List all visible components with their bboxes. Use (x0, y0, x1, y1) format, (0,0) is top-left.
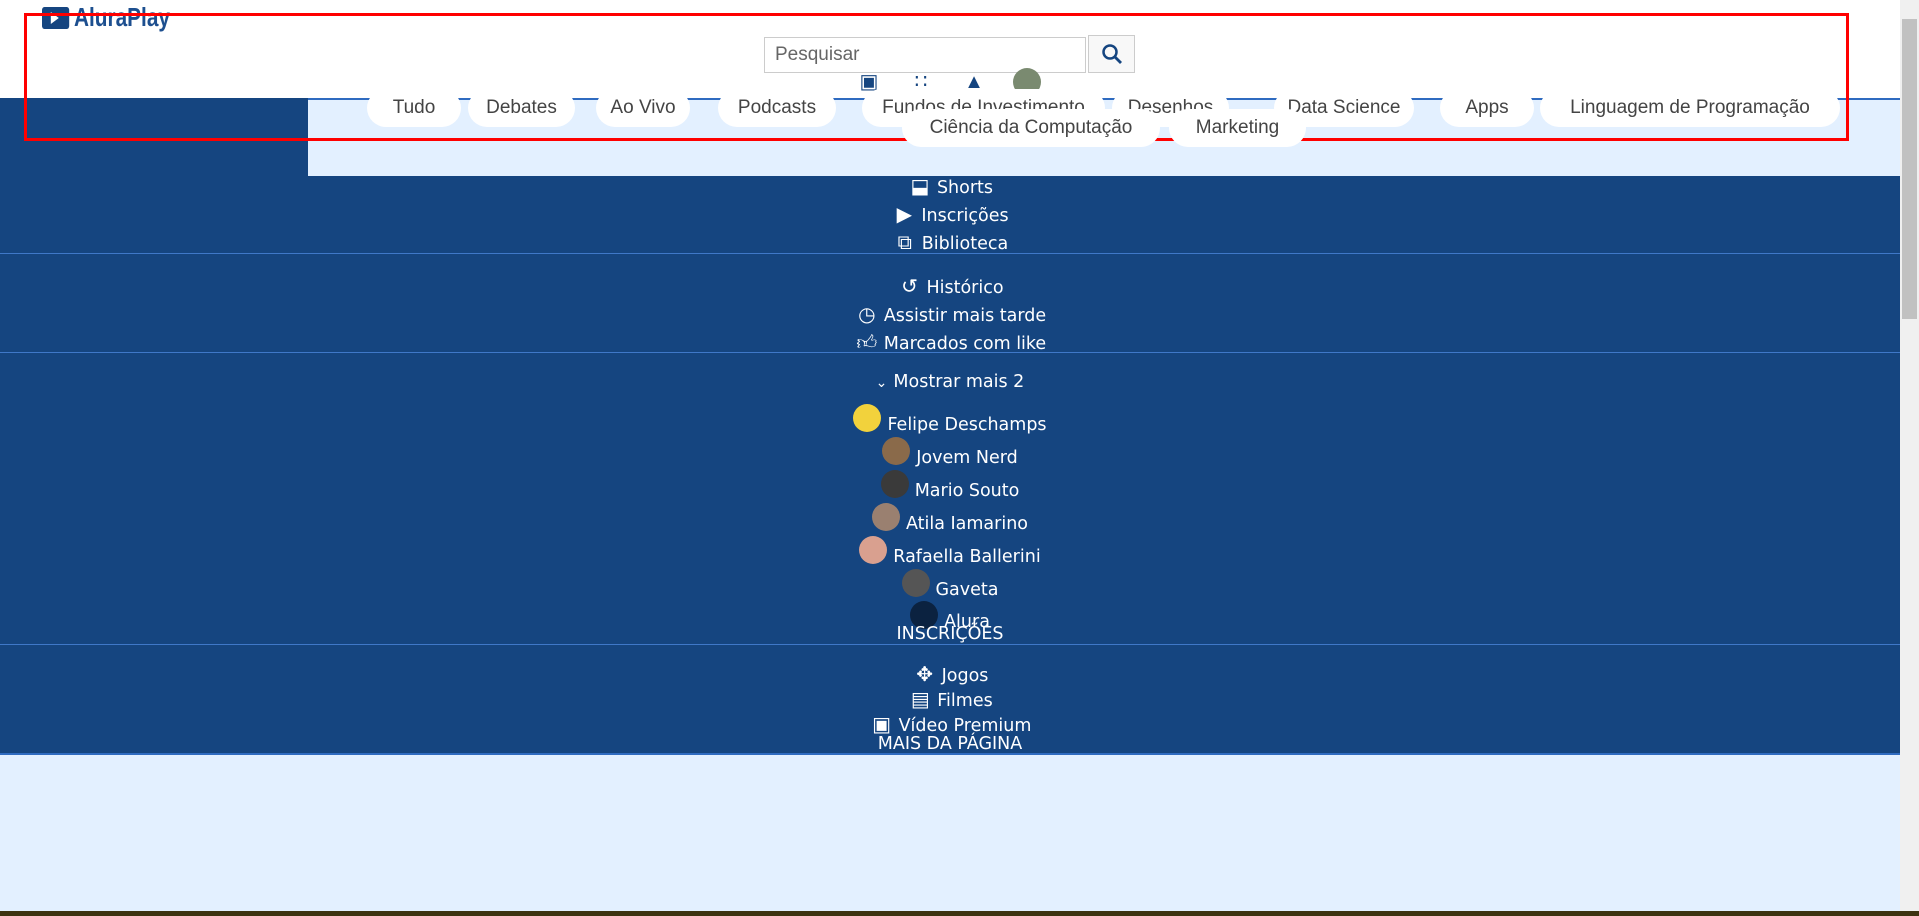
search-input[interactable] (764, 37, 1086, 73)
sidebar-item-label: Inscrições (921, 206, 1009, 226)
chip-10[interactable]: Marketing (1169, 109, 1306, 147)
channel-avatar (859, 536, 888, 564)
chip-7[interactable]: Apps (1440, 89, 1534, 127)
sidebar-item-label: Felipe Deschamps (887, 415, 1047, 435)
sidebar-item-label: Assistir mais tarde (883, 306, 1047, 326)
subscriptions-icon: ▶ (896, 202, 913, 226)
more-heading: MAIS DA PÁGINA (877, 734, 1023, 754)
chip-3[interactable]: Podcasts (718, 89, 836, 127)
sidebar-item[interactable]: ⧉ Biblioteca (0, 231, 1900, 255)
channel-item[interactable]: Atila Iamarino (0, 503, 1900, 535)
channel-avatar (880, 470, 909, 498)
history-icon: ↺ (901, 274, 918, 298)
sidebar-item-label: Atila Iamarino (905, 514, 1029, 534)
chevron-down-icon: ⌄ (875, 375, 888, 391)
channel-avatar (882, 437, 911, 465)
logo[interactable]: AluraPlay (42, 2, 170, 33)
taskbar (0, 911, 1919, 916)
search-button[interactable] (1088, 35, 1135, 73)
show-more-button[interactable]: ⌄ Mostrar mais 2 (0, 371, 1900, 394)
sidebar-item-label: Mario Souto (914, 481, 1020, 501)
sidebar-top-block (0, 98, 308, 176)
logo-text: AluraPlay (74, 2, 170, 32)
scrollbar-thumb[interactable] (1902, 19, 1917, 319)
search-icon (1101, 44, 1122, 64)
library-icon: ⧉ (897, 230, 912, 254)
chip-8[interactable]: Linguagem de Programação (1540, 89, 1840, 127)
chip-2[interactable]: Ao Vivo (596, 89, 690, 127)
premium-video-icon: ▣ (872, 712, 892, 736)
sidebar-item-label: Rafaella Ballerini (893, 547, 1041, 567)
clapperboard-icon: ▤ (910, 687, 930, 711)
sidebar-item[interactable]: 👍︎ Marcados com like (0, 331, 1900, 355)
sidebar-item-label: Shorts (936, 178, 994, 198)
sidebar-item-label: Filmes (937, 691, 993, 711)
sidebar-item[interactable]: ↺ Histórico (0, 275, 1900, 299)
shorts-icon: ⬓ (910, 174, 930, 198)
subscriptions-heading: INSCRIÇÕES (896, 624, 1004, 644)
thumbs-up-icon: 👍︎ (856, 330, 878, 354)
gamepad-icon: ✥ (916, 662, 933, 686)
sidebar-item-label: Histórico (926, 278, 1004, 298)
channel-item[interactable]: Mario Souto (0, 470, 1900, 502)
channel-avatar (871, 503, 900, 531)
watch-later-icon: ◷ (858, 302, 876, 326)
sidebar-item-label: Marcados com like (883, 334, 1047, 354)
chip-9[interactable]: Ciência da Computação (902, 109, 1160, 147)
show-more-label: Mostrar mais 2 (893, 372, 1025, 392)
channel-item[interactable]: Gaveta (0, 569, 1900, 601)
channel-avatar (853, 404, 882, 432)
sidebar-item[interactable]: ▶ Inscrições (0, 203, 1900, 227)
channel-item[interactable]: Rafaella Ballerini (0, 536, 1900, 568)
sidebar-item[interactable]: ⬓ Shorts (0, 175, 1900, 199)
sidebar-item-label: Biblioteca (921, 234, 1009, 254)
channel-item[interactable]: Jovem Nerd (0, 437, 1900, 469)
sidebar-item[interactable]: ✥ Jogos (0, 663, 1900, 687)
chip-0[interactable]: Tudo (367, 89, 461, 127)
channel-avatar (901, 569, 930, 597)
sidebar-item[interactable]: ▤ Filmes (0, 688, 1900, 712)
sidebar-item[interactable]: ◷ Assistir mais tarde (0, 303, 1900, 327)
channel-item[interactable]: Felipe Deschamps (0, 404, 1900, 436)
sidebar-item-label: Jogos (941, 666, 989, 686)
sidebar-item-label: Gaveta (935, 580, 999, 600)
chip-1[interactable]: Debates (468, 89, 575, 127)
camera-logo-icon (42, 6, 70, 29)
sidebar-item-label: Jovem Nerd (916, 448, 1018, 468)
